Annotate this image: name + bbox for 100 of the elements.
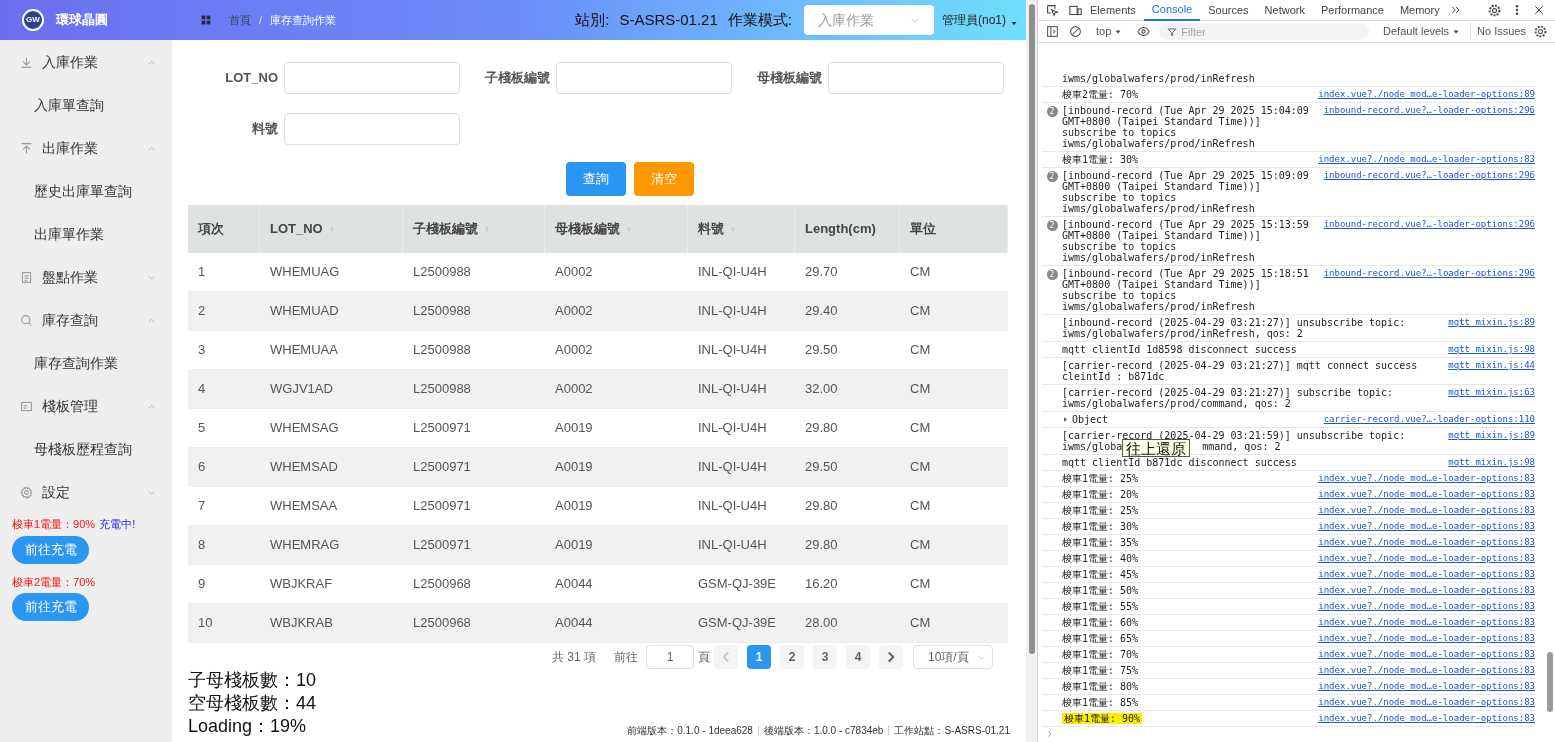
inspect-icon[interactable]	[1046, 3, 1059, 17]
menu-group[interactable]: 庫存查詢	[0, 299, 172, 342]
source-link[interactable]: mqtt_mixin.js:63	[1448, 387, 1535, 398]
menu-group[interactable]: 出庫作業	[0, 127, 172, 170]
devtools-tab[interactable]: Memory	[1391, 0, 1448, 21]
console-message: [carrier-record (2025-04-29 03:21:59)] unsubscribe topic:	[1062, 430, 1406, 441]
battery-status: 梭車1電量：90%	[12, 517, 96, 532]
source-link[interactable]: inbound-record.vue?…-loader-options:296	[1323, 170, 1535, 181]
source-link[interactable]: index.vue?./node_mod…e-loader-options:89	[1318, 89, 1535, 100]
source-link[interactable]: index.vue?./node_mod…e-loader-options:83	[1318, 617, 1535, 628]
page-button[interactable]: 2	[780, 645, 804, 669]
scrollbar-thumb[interactable]	[1028, 4, 1035, 654]
settings-icon[interactable]	[1534, 25, 1547, 38]
device-icon[interactable]	[1069, 3, 1082, 17]
column-header[interactable]: LOT_NO	[270, 219, 323, 239]
page-input[interactable]: 1	[646, 645, 694, 669]
source-link[interactable]: inbound-record.vue?…-loader-options:296	[1323, 268, 1535, 279]
download-icon	[20, 56, 33, 69]
source-link[interactable]: index.vue?./node_mod…e-loader-options:83	[1318, 521, 1535, 532]
input-field[interactable]	[284, 62, 460, 94]
devtools-tab[interactable]: Console	[1143, 0, 1201, 21]
source-link[interactable]: mqtt_mixin.js:89	[1448, 317, 1535, 328]
input-field[interactable]	[828, 62, 1004, 94]
column-header[interactable]: 料號	[698, 219, 724, 239]
devtools-tab[interactable]: Performance	[1312, 0, 1392, 21]
summary-text: 子母棧板數：10	[188, 669, 317, 692]
source-link[interactable]: mqtt_mixin.js:98	[1448, 344, 1535, 355]
source-link[interactable]: index.vue?./node_mod…e-loader-options:83	[1318, 697, 1535, 708]
page-size-select[interactable]: 10項/頁	[913, 645, 993, 669]
console-message: 梭車1電量: 20%	[1062, 489, 1139, 500]
filter-field[interactable]: Filter	[1159, 23, 1370, 40]
source-link[interactable]: mqtt_mixin.js:44	[1448, 360, 1535, 371]
more-tabs-icon[interactable]	[1449, 4, 1462, 16]
menu-group[interactable]: 棧板管理	[0, 385, 172, 428]
source-link[interactable]: index.vue?./node_mod…e-loader-options:83	[1318, 633, 1535, 644]
scrollbar-thumb[interactable]	[1547, 652, 1553, 712]
menu-group[interactable]: 入庫作業	[0, 41, 172, 84]
console-message: iwms/globa	[1062, 441, 1123, 452]
sidebar-toggle-icon[interactable]	[1046, 25, 1059, 38]
source-link[interactable]: index.vue?./node_mod…e-loader-options:83	[1318, 665, 1535, 676]
table-cell-text: 2	[197, 302, 207, 321]
menu-group[interactable]: 設定	[0, 471, 172, 514]
grid-icon[interactable]	[201, 15, 211, 25]
source-link[interactable]: index.vue?./node_mod…e-loader-options:83	[1318, 585, 1535, 596]
menu-item[interactable]: 母棧板歷程查詢	[0, 428, 172, 471]
levels-select[interactable]: Default levels	[1383, 23, 1461, 40]
mode-label: 作業模式:	[727, 9, 792, 30]
column-header[interactable]: 子棧板編號	[413, 219, 478, 239]
chevron-right-icon[interactable]	[879, 645, 903, 669]
source-link[interactable]: inbound-record.vue?…-loader-options:296	[1323, 105, 1535, 116]
source-link[interactable]: index.vue?./node_mod…e-loader-options:83	[1318, 649, 1535, 660]
menu-item[interactable]: 出庫單作業	[0, 213, 172, 256]
source-link[interactable]: index.vue?./node_mod…e-loader-options:83	[1318, 489, 1535, 500]
devtools-tab[interactable]: Network	[1256, 0, 1313, 21]
page-button[interactable]: 3	[813, 645, 837, 669]
source-link[interactable]: mqtt_mixin.js:98	[1448, 457, 1535, 468]
source-link[interactable]: mqtt_mixin.js:89	[1448, 430, 1535, 441]
issues-count[interactable]: No Issues	[1470, 23, 1526, 40]
eye-icon[interactable]	[1136, 25, 1152, 38]
source-link[interactable]: inbound-record.vue?…-loader-options:296	[1323, 219, 1535, 230]
menu-item[interactable]: 歷史出庫單查詢	[0, 170, 172, 213]
breadcrumb-item[interactable]: 庫存查詢作業	[270, 11, 337, 29]
devtools-tab[interactable]: Sources	[1200, 0, 1257, 21]
source-link[interactable]: index.vue?./node_mod…e-loader-options:83	[1318, 505, 1535, 516]
expand-arrow-icon[interactable]	[1062, 416, 1069, 423]
table-cell-text: A0044	[554, 575, 594, 594]
source-link[interactable]: index.vue?./node_mod…e-loader-options:83	[1318, 569, 1535, 580]
context-select[interactable]: top	[1096, 23, 1123, 40]
table-cell-text: CM	[909, 380, 932, 399]
devtools-tab[interactable]: Elements	[1082, 0, 1144, 21]
close-icon[interactable]	[1533, 4, 1545, 16]
column-header[interactable]: 項次	[198, 219, 224, 239]
source-link[interactable]: index.vue?./node_mod…e-loader-options:83	[1318, 537, 1535, 548]
user-menu[interactable]: 管理員(no1)	[942, 11, 1006, 29]
source-link[interactable]: index.vue?./node_mod…e-loader-options:83	[1318, 681, 1535, 692]
source-link[interactable]: index.vue?./node_mod…e-loader-options:83	[1318, 154, 1535, 165]
source-link[interactable]: index.vue?./node_mod…e-loader-options:83	[1318, 713, 1535, 724]
settings-icon[interactable]	[1488, 3, 1501, 17]
tooltip: 往上還原	[1122, 439, 1190, 457]
menu-group[interactable]: 盤點作業	[0, 256, 172, 299]
source-link[interactable]: index.vue?./node_mod…e-loader-options:83	[1318, 601, 1535, 612]
column-header[interactable]: 母棧板編號	[555, 219, 620, 239]
console-message: 梭車1電量: 60%	[1062, 617, 1139, 628]
source-link[interactable]: carrier-record.vue?…-loader-options:110	[1323, 414, 1535, 425]
menu-item[interactable]: 入庫單查詢	[0, 84, 172, 127]
column-header[interactable]: Length(cm)	[805, 219, 876, 239]
table-cell-text: 29.50	[804, 341, 839, 360]
source-link[interactable]: index.vue?./node_mod…e-loader-options:83	[1318, 473, 1535, 484]
source-link[interactable]: index.vue?./node_mod…e-loader-options:83	[1318, 553, 1535, 564]
caret-down-icon[interactable]	[1010, 19, 1018, 27]
input-field[interactable]	[556, 62, 732, 94]
prompt-icon[interactable]	[1046, 730, 1054, 738]
chevron-up-icon	[147, 316, 156, 325]
console-message[interactable]: Object	[1072, 414, 1109, 425]
menu-item[interactable]: 庫存查詢作業	[0, 342, 172, 385]
clear-console-icon[interactable]	[1069, 25, 1082, 38]
table-cell-text: L2500988	[412, 302, 472, 321]
input-field[interactable]	[284, 113, 460, 145]
page-button[interactable]: 4	[846, 645, 870, 669]
column-header[interactable]: 單位	[910, 219, 936, 239]
